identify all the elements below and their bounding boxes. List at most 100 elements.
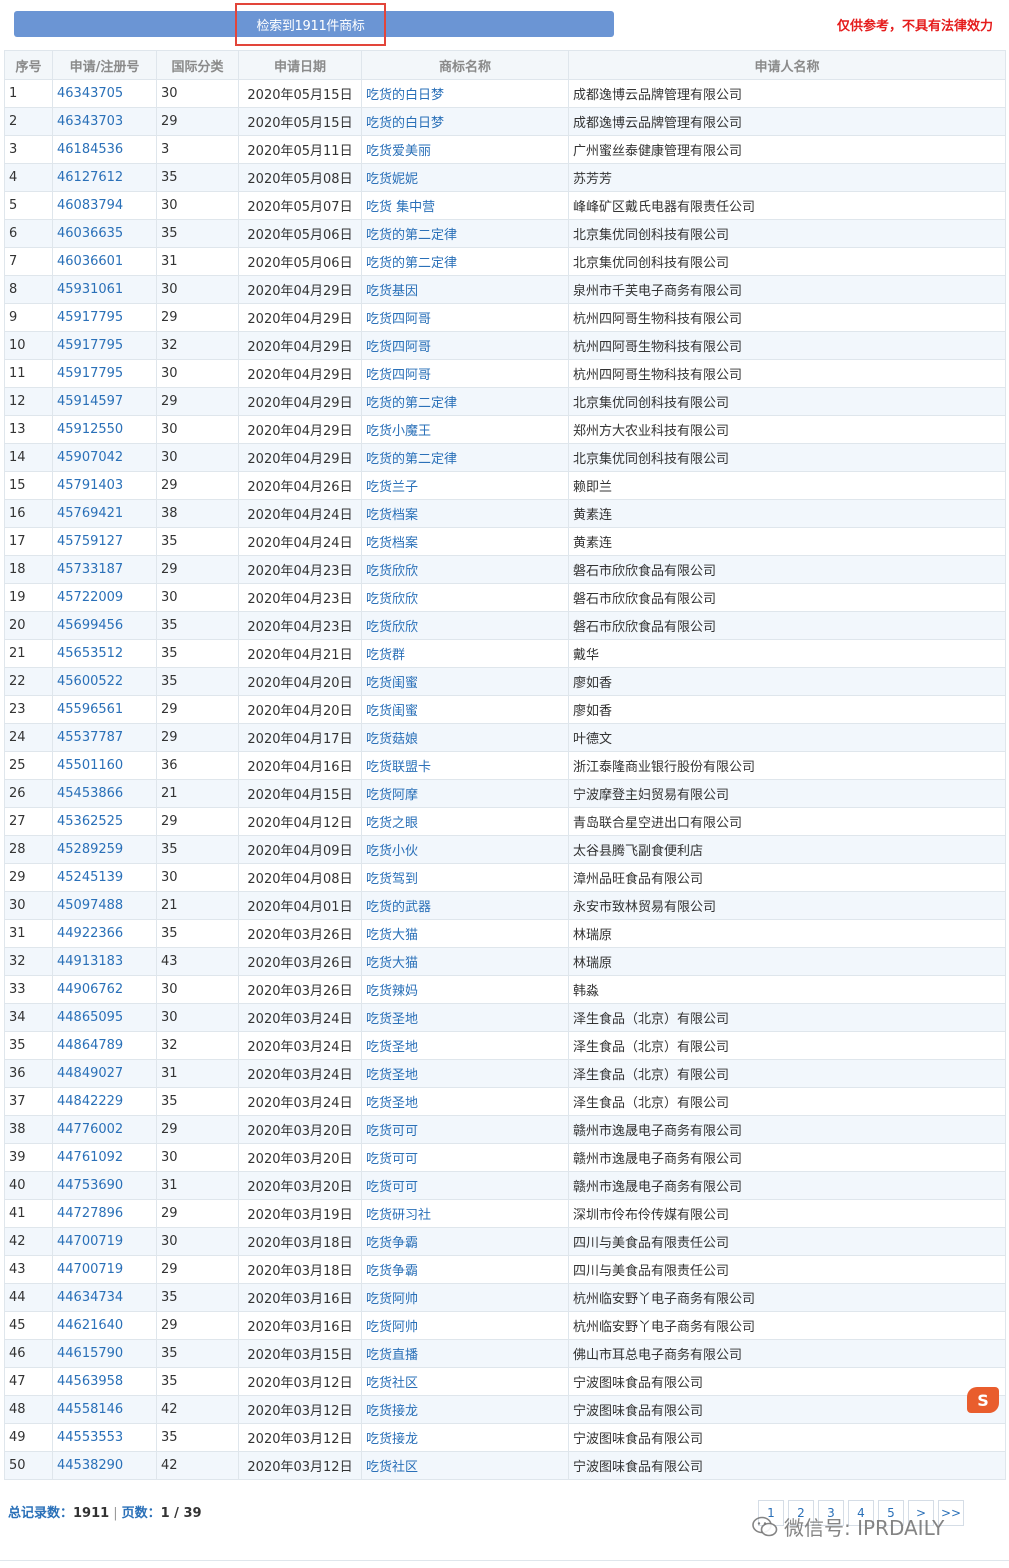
- cell-trademark-name[interactable]: 吃货爱美丽: [361, 135, 569, 164]
- cell-reg-number[interactable]: 46036635: [52, 219, 157, 248]
- cell-reg-number[interactable]: 46184536: [52, 135, 157, 164]
- cell-reg-number[interactable]: 45912550: [52, 415, 157, 444]
- cell-reg-number[interactable]: 45600522: [52, 667, 157, 696]
- cell-reg-number[interactable]: 45722009: [52, 583, 157, 612]
- cell-trademark-name[interactable]: 吃货圣地: [361, 1031, 569, 1060]
- cell-trademark-name[interactable]: 吃货阿摩: [361, 779, 569, 808]
- cell-reg-number[interactable]: 44906762: [52, 975, 157, 1004]
- cell-trademark-name[interactable]: 吃货欣欣: [361, 583, 569, 612]
- cell-reg-number[interactable]: 45914597: [52, 387, 157, 416]
- cell-trademark-name[interactable]: 吃货的第二定律: [361, 387, 569, 416]
- cell-reg-number[interactable]: 44922366: [52, 919, 157, 948]
- cell-reg-number[interactable]: 46036601: [52, 247, 157, 276]
- cell-trademark-name[interactable]: 吃货的白日梦: [361, 107, 569, 136]
- cell-trademark-name[interactable]: 吃货阿帅: [361, 1283, 569, 1312]
- cell-reg-number[interactable]: 46083794: [52, 191, 157, 220]
- cell-trademark-name[interactable]: 吃货 集中营: [361, 191, 569, 220]
- sogou-ime-icon[interactable]: S: [967, 1387, 999, 1413]
- cell-reg-number[interactable]: 45097488: [52, 891, 157, 920]
- cell-trademark-name[interactable]: 吃货驾到: [361, 863, 569, 892]
- cell-reg-number[interactable]: 46343703: [52, 107, 157, 136]
- cell-reg-number[interactable]: 44700719: [52, 1227, 157, 1256]
- cell-trademark-name[interactable]: 吃货大猫: [361, 947, 569, 976]
- cell-reg-number[interactable]: 44538290: [52, 1451, 157, 1480]
- cell-reg-number[interactable]: 45917795: [52, 303, 157, 332]
- cell-trademark-name[interactable]: 吃货接龙: [361, 1423, 569, 1452]
- column-header-applicant[interactable]: 申请人名称: [568, 50, 1006, 80]
- cell-trademark-name[interactable]: 吃货争霸: [361, 1255, 569, 1284]
- cell-reg-number[interactable]: 44761092: [52, 1143, 157, 1172]
- cell-trademark-name[interactable]: 吃货可可: [361, 1171, 569, 1200]
- cell-reg-number[interactable]: 44563958: [52, 1367, 157, 1396]
- cell-reg-number[interactable]: 44864789: [52, 1031, 157, 1060]
- cell-trademark-name[interactable]: 吃货联盟卡: [361, 751, 569, 780]
- cell-reg-number[interactable]: 44849027: [52, 1059, 157, 1088]
- column-header-intl-class[interactable]: 国际分类: [156, 50, 239, 80]
- cell-reg-number[interactable]: 45931061: [52, 275, 157, 304]
- cell-reg-number[interactable]: 45289259: [52, 835, 157, 864]
- cell-reg-number[interactable]: 45653512: [52, 639, 157, 668]
- cell-reg-number[interactable]: 45791403: [52, 471, 157, 500]
- cell-trademark-name[interactable]: 吃货档案: [361, 499, 569, 528]
- cell-trademark-name[interactable]: 吃货妮妮: [361, 163, 569, 192]
- cell-trademark-name[interactable]: 吃货小伙: [361, 835, 569, 864]
- cell-trademark-name[interactable]: 吃货圣地: [361, 1003, 569, 1032]
- cell-trademark-name[interactable]: 吃货的第二定律: [361, 247, 569, 276]
- cell-trademark-name[interactable]: 吃货群: [361, 639, 569, 668]
- cell-trademark-name[interactable]: 吃货四阿哥: [361, 303, 569, 332]
- cell-trademark-name[interactable]: 吃货圣地: [361, 1087, 569, 1116]
- cell-reg-number[interactable]: 44913183: [52, 947, 157, 976]
- cell-reg-number[interactable]: 44615790: [52, 1339, 157, 1368]
- cell-trademark-name[interactable]: 吃货大猫: [361, 919, 569, 948]
- column-header-apply-date[interactable]: 申请日期: [238, 50, 362, 80]
- cell-trademark-name[interactable]: 吃货圣地: [361, 1059, 569, 1088]
- cell-trademark-name[interactable]: 吃货兰子: [361, 471, 569, 500]
- cell-reg-number[interactable]: 44865095: [52, 1003, 157, 1032]
- column-header-trademark-name[interactable]: 商标名称: [361, 50, 569, 80]
- cell-trademark-name[interactable]: 吃货之眼: [361, 807, 569, 836]
- cell-reg-number[interactable]: 44727896: [52, 1199, 157, 1228]
- cell-reg-number[interactable]: 45501160: [52, 751, 157, 780]
- column-header-reg-number[interactable]: 申请/注册号: [52, 50, 157, 80]
- cell-trademark-name[interactable]: 吃货社区: [361, 1451, 569, 1480]
- cell-reg-number[interactable]: 45917795: [52, 331, 157, 360]
- cell-reg-number[interactable]: 45759127: [52, 527, 157, 556]
- cell-reg-number[interactable]: 44753690: [52, 1171, 157, 1200]
- cell-reg-number[interactable]: 45699456: [52, 611, 157, 640]
- cell-trademark-name[interactable]: 吃货闺蜜: [361, 667, 569, 696]
- cell-trademark-name[interactable]: 吃货的白日梦: [361, 79, 569, 108]
- cell-reg-number[interactable]: 44842229: [52, 1087, 157, 1116]
- cell-reg-number[interactable]: 45769421: [52, 499, 157, 528]
- cell-trademark-name[interactable]: 吃货四阿哥: [361, 359, 569, 388]
- cell-trademark-name[interactable]: 吃货辣妈: [361, 975, 569, 1004]
- cell-trademark-name[interactable]: 吃货的武器: [361, 891, 569, 920]
- cell-trademark-name[interactable]: 吃货可可: [361, 1115, 569, 1144]
- cell-trademark-name[interactable]: 吃货的第二定律: [361, 443, 569, 472]
- cell-reg-number[interactable]: 45917795: [52, 359, 157, 388]
- cell-trademark-name[interactable]: 吃货档案: [361, 527, 569, 556]
- cell-trademark-name[interactable]: 吃货四阿哥: [361, 331, 569, 360]
- cell-trademark-name[interactable]: 吃货接龙: [361, 1395, 569, 1424]
- cell-trademark-name[interactable]: 吃货的第二定律: [361, 219, 569, 248]
- cell-trademark-name[interactable]: 吃货阿帅: [361, 1311, 569, 1340]
- cell-reg-number[interactable]: 46343705: [52, 79, 157, 108]
- cell-trademark-name[interactable]: 吃货欣欣: [361, 611, 569, 640]
- cell-reg-number[interactable]: 44776002: [52, 1115, 157, 1144]
- cell-trademark-name[interactable]: 吃货争霸: [361, 1227, 569, 1256]
- cell-reg-number[interactable]: 45245139: [52, 863, 157, 892]
- cell-trademark-name[interactable]: 吃货研习社: [361, 1199, 569, 1228]
- cell-reg-number[interactable]: 44621640: [52, 1311, 157, 1340]
- cell-reg-number[interactable]: 45453866: [52, 779, 157, 808]
- cell-trademark-name[interactable]: 吃货直播: [361, 1339, 569, 1368]
- cell-reg-number[interactable]: 44700719: [52, 1255, 157, 1284]
- cell-trademark-name[interactable]: 吃货基因: [361, 275, 569, 304]
- cell-reg-number[interactable]: 46127612: [52, 163, 157, 192]
- cell-reg-number[interactable]: 45596561: [52, 695, 157, 724]
- cell-trademark-name[interactable]: 吃货小魔王: [361, 415, 569, 444]
- cell-trademark-name[interactable]: 吃货可可: [361, 1143, 569, 1172]
- cell-trademark-name[interactable]: 吃货欣欣: [361, 555, 569, 584]
- cell-reg-number[interactable]: 44558146: [52, 1395, 157, 1424]
- cell-reg-number[interactable]: 45907042: [52, 443, 157, 472]
- column-header-index[interactable]: 序号: [4, 50, 53, 80]
- cell-trademark-name[interactable]: 吃货菇娘: [361, 723, 569, 752]
